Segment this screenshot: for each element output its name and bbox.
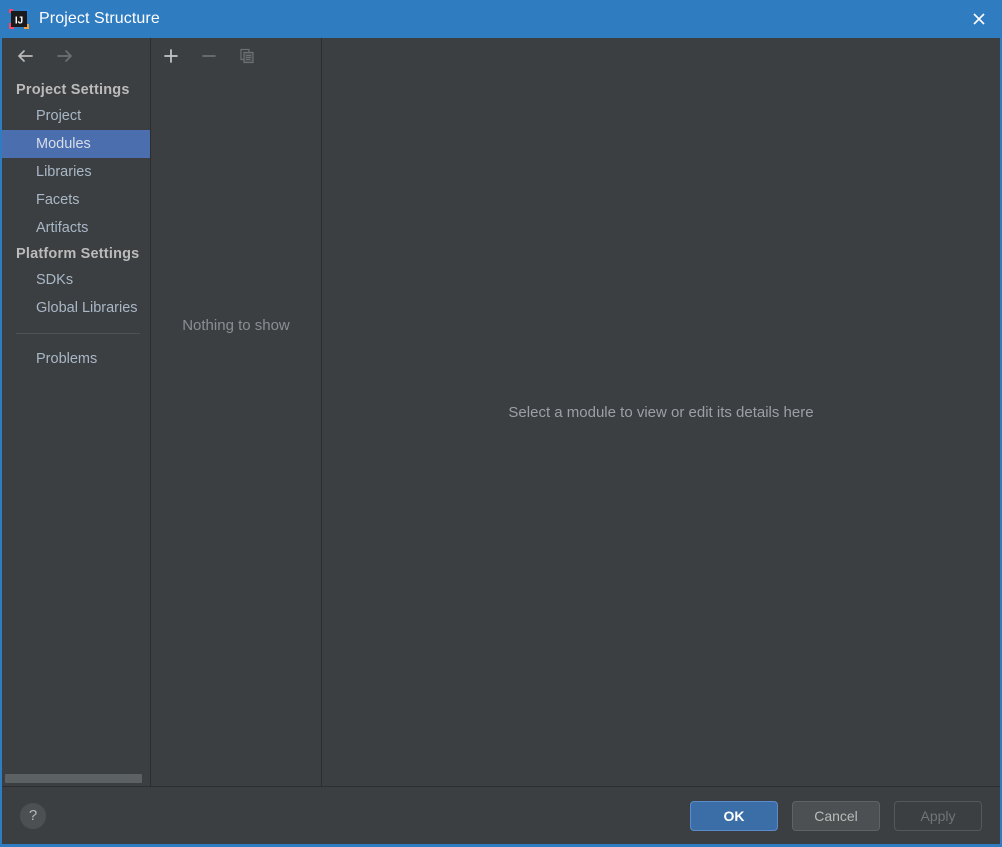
sidebar-item-facets[interactable]: Facets [2,186,150,214]
svg-text:IJ: IJ [15,16,23,27]
dialog-body: Project Settings Project Modules Librari… [2,38,1000,787]
sidebar-item-problems[interactable]: Problems [2,345,150,373]
settings-sidebar: Project Settings Project Modules Librari… [2,38,151,786]
modules-empty-text: Nothing to show [182,317,290,334]
sidebar-item-artifacts[interactable]: Artifacts [2,214,150,242]
modules-list-panel: Nothing to show [151,38,322,786]
close-icon[interactable] [956,0,1002,38]
module-details-empty-text: Select a module to view or edit its deta… [508,404,814,421]
cancel-button[interactable]: Cancel [792,800,880,831]
intellij-idea-icon: IJ [8,8,30,30]
project-structure-dialog: IJ Project Structure Project Settings Pr… [0,0,1002,847]
copy-icon[interactable] [236,45,258,67]
module-details-panel: Select a module to view or edit its deta… [322,38,1000,786]
plus-icon[interactable] [160,45,182,67]
help-icon[interactable]: ? [20,802,46,829]
sidebar-item-project[interactable]: Project [2,102,150,130]
sidebar-nav-toolbar [2,38,150,74]
sidebar-item-sdks[interactable]: SDKs [2,266,150,294]
modules-toolbar [151,38,321,74]
nav-group-project-settings: Project Settings [16,82,130,98]
modules-empty-state: Nothing to show [151,74,321,786]
sidebar-horizontal-scrollbar[interactable] [2,770,150,786]
sidebar-item-modules[interactable]: Modules [2,130,150,158]
ok-button[interactable]: OK [690,800,778,831]
apply-button[interactable]: Apply [894,800,982,831]
back-arrow-icon[interactable] [12,43,38,69]
title-bar: IJ Project Structure [0,0,1002,38]
scrollbar-thumb[interactable] [5,774,142,783]
window-title: Project Structure [39,10,160,27]
sidebar-item-libraries[interactable]: Libraries [2,158,150,186]
sidebar-item-global-libraries[interactable]: Global Libraries [2,294,150,322]
minus-icon[interactable] [198,45,220,67]
dialog-footer: ? OK Cancel Apply [2,787,1000,844]
forward-arrow-icon[interactable] [52,43,78,69]
settings-nav-list: Project Settings Project Modules Librari… [2,74,150,770]
sidebar-separator [16,333,140,334]
nav-group-platform-settings: Platform Settings [16,246,140,262]
